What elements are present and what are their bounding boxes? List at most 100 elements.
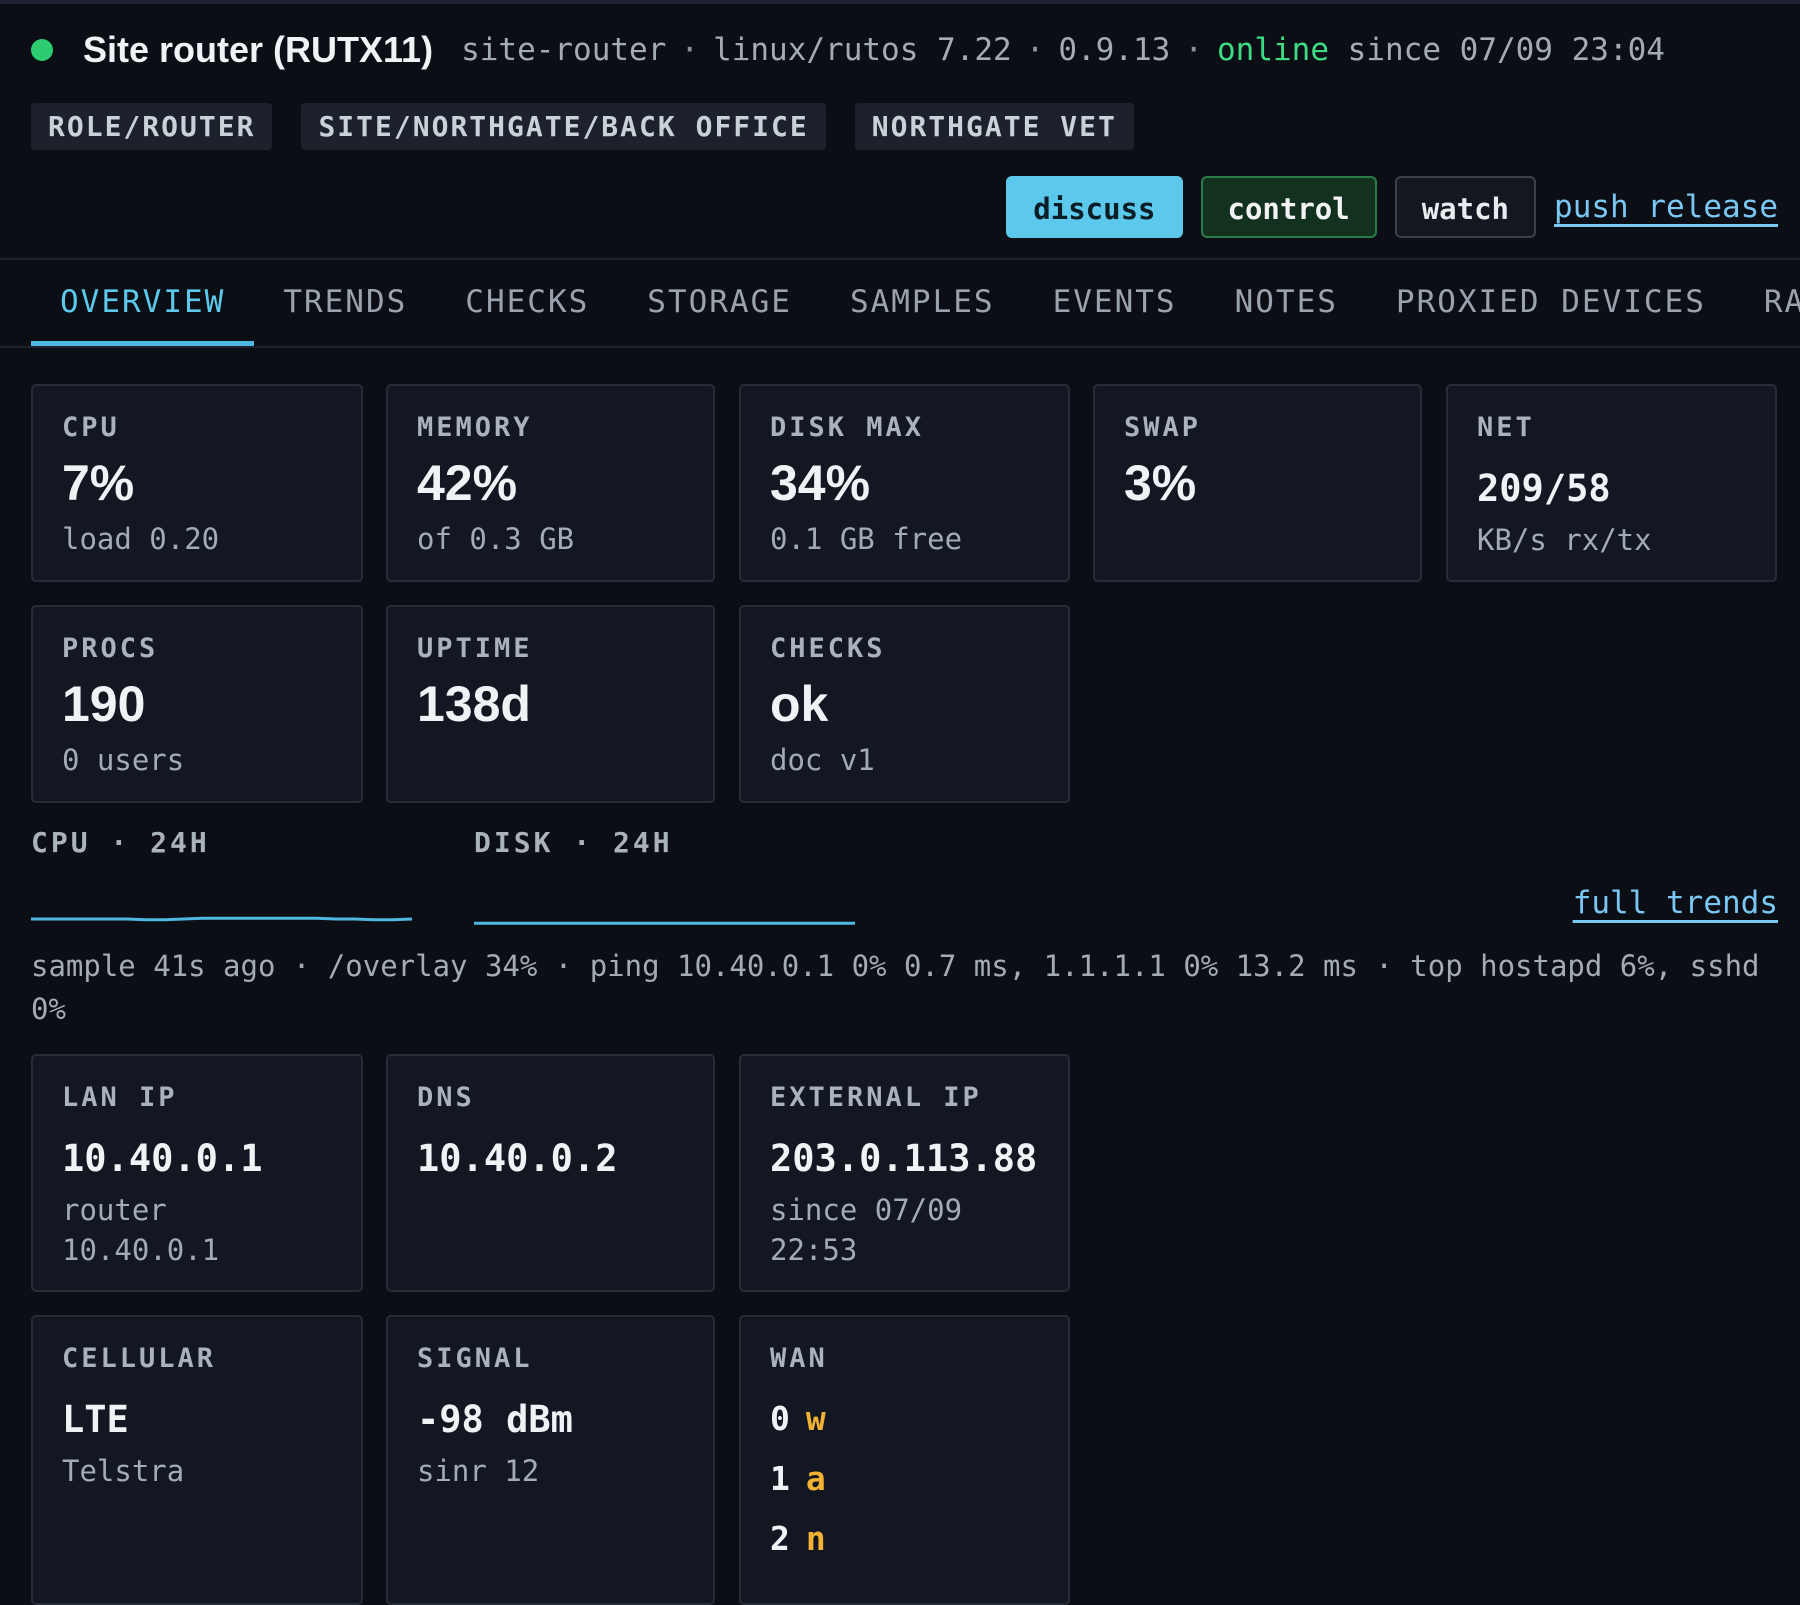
device-title: Site router (RUTX11) — [83, 29, 434, 70]
card-value: 10.40.0.2 — [417, 1137, 618, 1180]
separator: · — [1184, 32, 1204, 68]
sample-summary: sample 41s ago · /overlay 34% · ping 10.… — [31, 949, 1760, 1026]
tab-events[interactable]: EVENTS — [1024, 258, 1206, 346]
card-sub: since 07/09 22:53 — [770, 1193, 963, 1267]
card-value: 10.40.0.1 — [62, 1137, 263, 1180]
card-label: SWAP — [1124, 412, 1202, 443]
lan-ip-card: LAN IP 10.40.0.1 router 10.40.0.1 — [31, 1054, 363, 1292]
card-sub: sinr 12 — [417, 1454, 540, 1489]
card-sub: load 0.20 — [62, 521, 220, 556]
card-label: CELLULAR — [62, 1343, 217, 1374]
wan-card: WAN 0w 1a 2n — [739, 1315, 1070, 1605]
external-ip-card: EXTERNAL IP 203.0.113.88 since 07/09 22:… — [739, 1054, 1070, 1292]
tab-proxied-devices[interactable]: PROXIED DEVICES — [1367, 258, 1735, 346]
full-trends-link[interactable]: full trends — [1573, 885, 1778, 921]
card-value: 203.0.113.88 — [770, 1137, 1038, 1180]
card-value: 138d — [417, 676, 531, 732]
tag-list: ROLE/ROUTER SITE/NORTHGATE/BACK OFFICE N… — [31, 103, 1134, 150]
wan-value: a — [805, 1459, 826, 1499]
card-value: ok — [770, 676, 829, 732]
tab-notes[interactable]: NOTES — [1206, 258, 1367, 346]
wan-index: 2 — [770, 1519, 790, 1559]
card-sub: 0.1 GB free — [770, 521, 963, 556]
discuss-button[interactable]: discuss — [1006, 176, 1183, 238]
top-border — [0, 0, 1800, 4]
card-value: 209/58 — [1477, 467, 1611, 510]
net-card: NET 209/58 KB/s rx/tx — [1446, 384, 1777, 582]
card-label: UPTIME — [417, 633, 533, 664]
cpu-sparkline — [31, 916, 412, 922]
card-label: NET — [1477, 412, 1535, 443]
tab-checks[interactable]: CHECKS — [436, 258, 618, 346]
card-label: SIGNAL — [417, 1343, 533, 1374]
disk-card: DISK MAX 34% 0.1 GB free — [739, 384, 1070, 582]
tab-trends[interactable]: TRENDS — [254, 258, 436, 346]
status-text: online — [1217, 32, 1329, 68]
tab-overview[interactable]: OVERVIEW — [31, 258, 255, 346]
online-since: since 07/09 23:04 — [1347, 32, 1665, 68]
tab-samples[interactable]: SAMPLES — [821, 258, 1024, 346]
disk-sparkline — [474, 921, 855, 925]
wan-value: w — [805, 1399, 826, 1438]
card-sub: router 10.40.0.1 — [62, 1193, 220, 1267]
cpu-card: CPU 7% load 0.20 — [31, 384, 363, 582]
hostname: site-router — [461, 32, 667, 68]
card-sub: 0 users — [62, 742, 185, 777]
card-label: CHECKS — [770, 633, 886, 664]
card-value: 34% — [770, 455, 871, 511]
card-label: DNS — [417, 1082, 475, 1113]
action-bar: discuss control watch push release — [1006, 176, 1778, 238]
card-value: -98 dBm — [417, 1398, 573, 1441]
cellular-card: CELLULAR LTE Telstra — [31, 1315, 363, 1605]
card-label: PROCS — [62, 633, 159, 664]
wan-row: 1a — [770, 1456, 1039, 1502]
device-meta: site-router · linux/rutos 7.22 · 0.9.13 · onli… — [461, 32, 1665, 68]
device-header: Site router (RUTX11) site-router · linux/r… — [31, 26, 1665, 74]
wan-index: 1 — [770, 1459, 790, 1499]
wan-value: n — [805, 1519, 826, 1559]
checks-card: CHECKS ok doc v1 — [739, 605, 1070, 803]
card-label: LAN IP — [62, 1082, 178, 1113]
tab-storage[interactable]: STORAGE — [618, 258, 821, 346]
cpu-sparkline-series — [31, 916, 412, 922]
card-label: EXTERNAL IP — [770, 1082, 982, 1113]
card-value: 3% — [1124, 455, 1197, 511]
agent-version: 0.9.13 — [1058, 32, 1171, 68]
card-value: 42% — [417, 455, 518, 511]
disk-trend-label: DISK · 24H — [474, 826, 673, 859]
memory-card: MEMORY 42% of 0.3 GB — [386, 384, 715, 582]
wan-index: 0 — [770, 1399, 790, 1438]
card-value: LTE — [62, 1398, 129, 1441]
watch-button[interactable]: watch — [1394, 176, 1537, 238]
push-release-link[interactable]: push release — [1554, 189, 1778, 225]
card-sub: of 0.3 GB — [417, 521, 575, 556]
signal-card: SIGNAL -98 dBm sinr 12 — [386, 1315, 715, 1605]
swap-card: SWAP 3% — [1093, 384, 1422, 582]
card-value: 7% — [62, 455, 135, 511]
wan-row: 2n — [770, 1516, 1039, 1562]
card-sub: Telstra — [62, 1454, 185, 1489]
control-button[interactable]: control — [1200, 176, 1377, 238]
card-sub: doc v1 — [770, 742, 875, 777]
card-label: CPU — [62, 412, 120, 443]
wan-row: 0w — [770, 1396, 1039, 1442]
card-label: MEMORY — [417, 412, 533, 443]
tag-customer[interactable]: NORTHGATE VET — [854, 103, 1134, 150]
separator: · — [1025, 32, 1045, 68]
separator: · — [680, 32, 700, 68]
tag-role[interactable]: ROLE/ROUTER — [31, 103, 273, 150]
card-value: 190 — [62, 676, 146, 732]
card-label: WAN — [770, 1343, 828, 1374]
divider — [0, 346, 1800, 348]
procs-card: PROCS 190 0 users — [31, 605, 363, 803]
card-label: DISK MAX — [770, 412, 925, 443]
dns-card: DNS 10.40.0.2 — [386, 1054, 715, 1292]
uptime-card: UPTIME 138d — [386, 605, 715, 803]
tab-bar: OVERVIEW TRENDS CHECKS STORAGE SAMPLES E… — [31, 258, 1800, 346]
tag-site[interactable]: SITE/NORTHGATE/BACK OFFICE — [301, 103, 826, 150]
tab-ra[interactable]: RA — [1735, 258, 1800, 346]
cpu-trend-label: CPU · 24H — [31, 826, 210, 859]
card-sub: KB/s rx/tx — [1477, 523, 1652, 558]
os-version: linux/rutos 7.22 — [713, 32, 1012, 68]
status-dot-icon — [31, 39, 53, 61]
